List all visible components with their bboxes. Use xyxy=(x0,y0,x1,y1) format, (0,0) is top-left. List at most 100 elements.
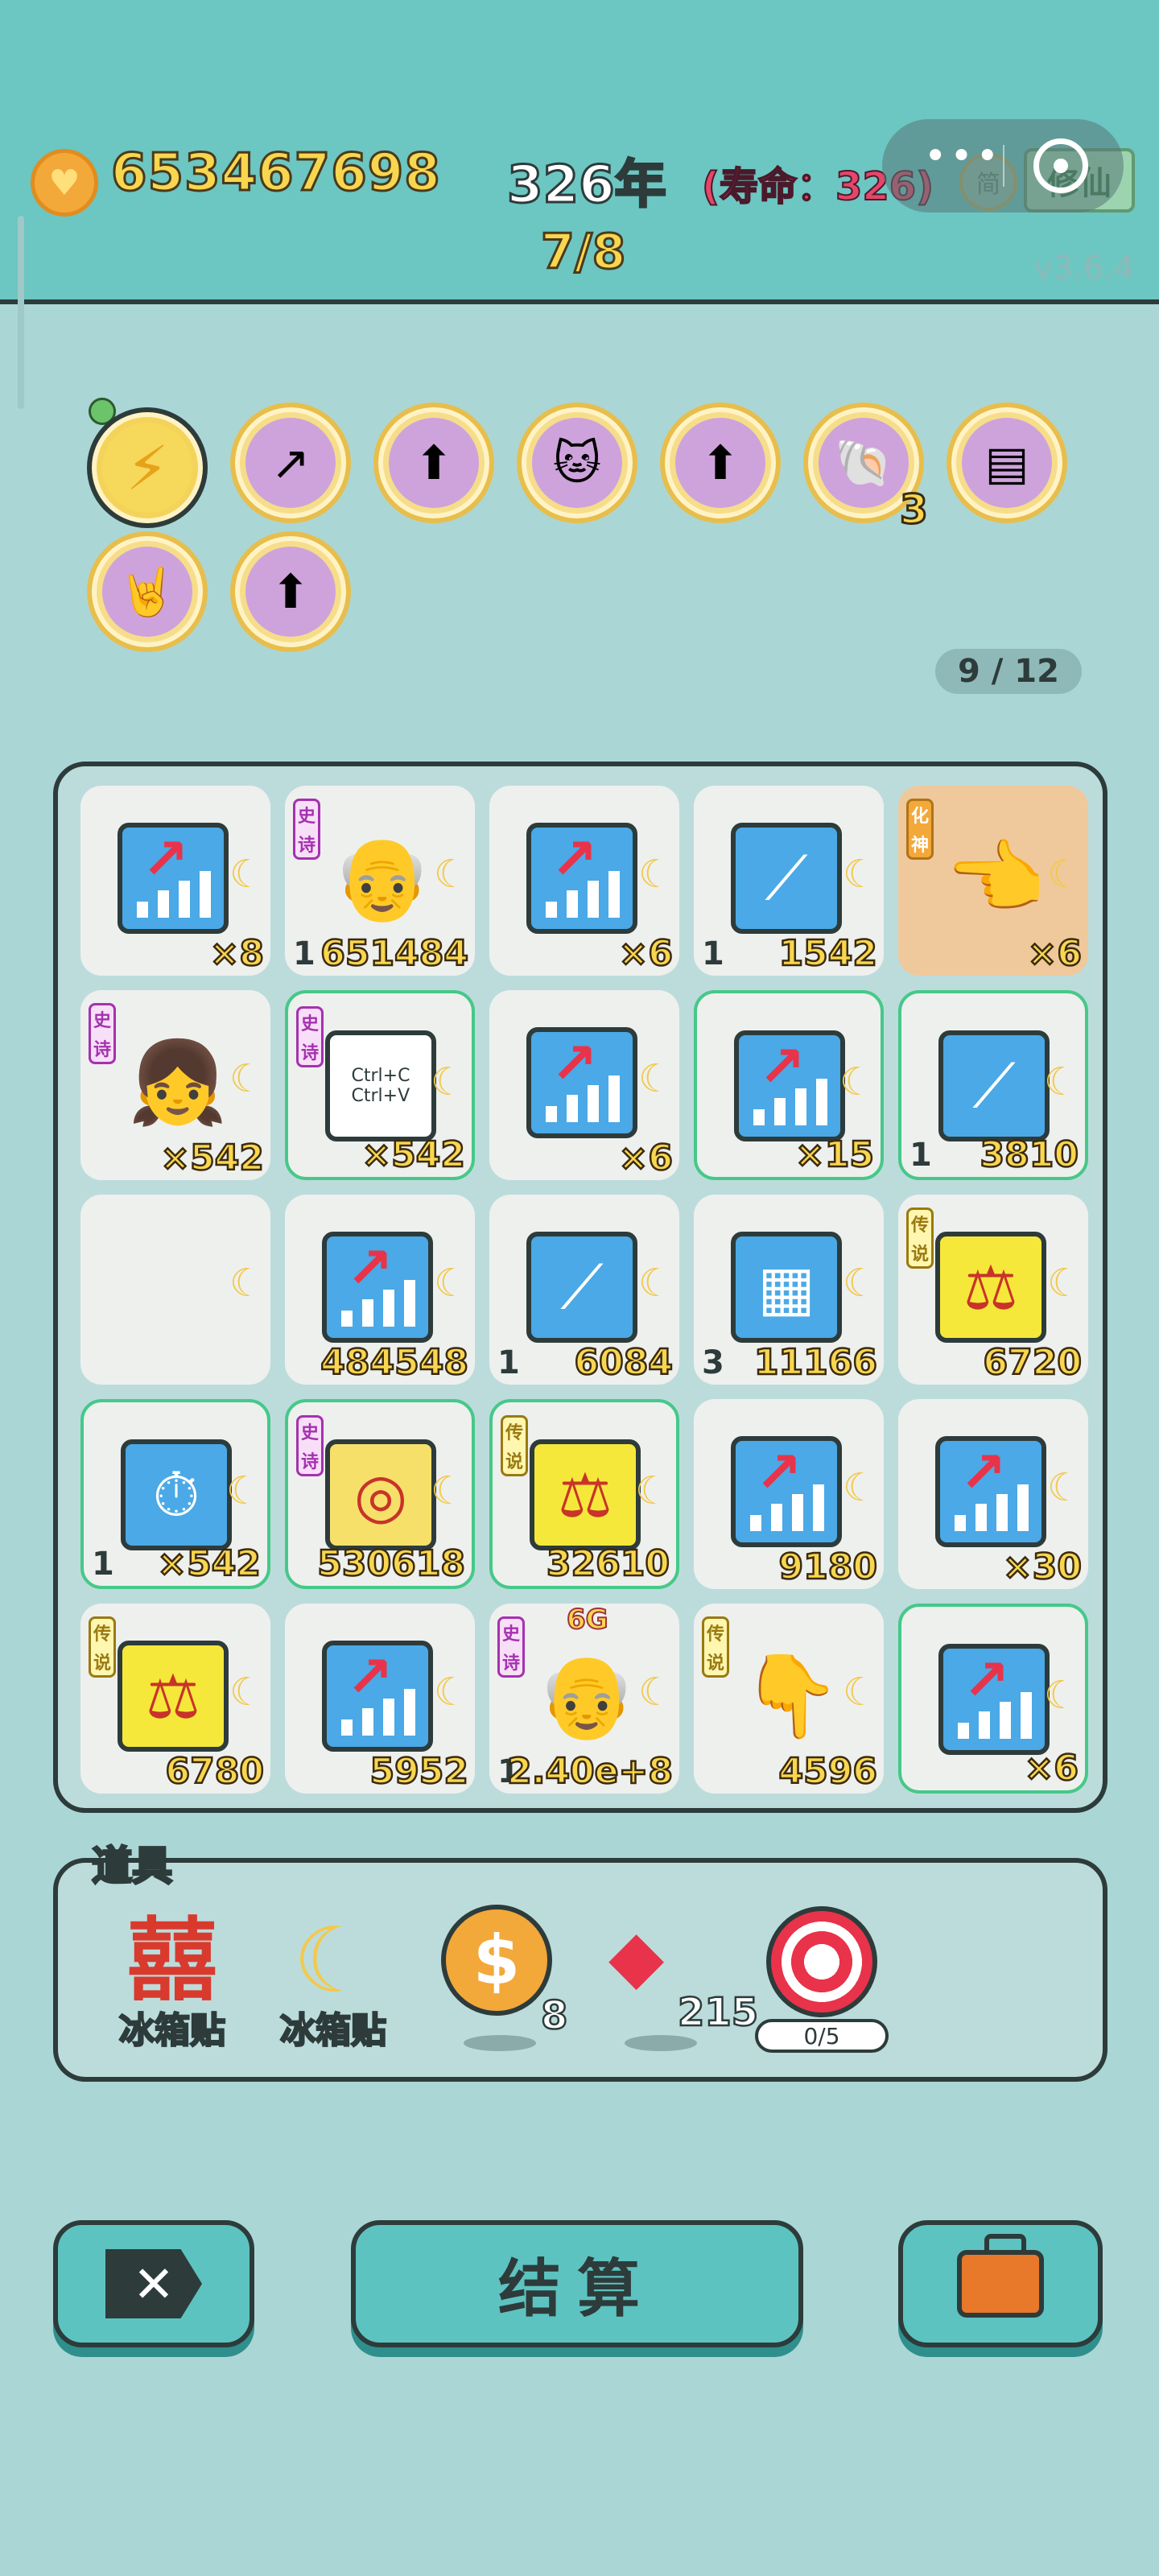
moon-icon: ☾ xyxy=(1046,852,1082,897)
capsule-divider xyxy=(1003,145,1004,187)
stopwatch-icon: ⏱ xyxy=(121,1439,232,1550)
epic-tag: 史诗 xyxy=(293,799,320,860)
cell-count: 3810 xyxy=(979,1133,1079,1177)
close-tag-icon: ✕ xyxy=(105,2249,202,2318)
crown-label: 6G xyxy=(566,1603,609,1637)
cell-count: 6780 xyxy=(164,1750,265,1794)
twin-bowls-icon[interactable]: ⬆ xyxy=(230,531,351,652)
cell-level: 1 xyxy=(702,935,724,972)
moon-icon: ☾ xyxy=(433,1261,468,1306)
close-miniprogram-icon[interactable] xyxy=(1033,138,1088,193)
twin-bowls-icon[interactable]: ⬆ xyxy=(373,402,494,523)
board-cell[interactable]: ⟋ ☾ 1 1542 xyxy=(694,786,884,976)
crowned-old-man-icon: 👴 xyxy=(536,1649,637,1743)
board-cell[interactable]: ☾ 9180 xyxy=(694,1399,884,1589)
double-happiness-icon: 囍 xyxy=(127,1909,217,2013)
cell-count: 11166 xyxy=(753,1341,879,1385)
scale-icon: ⚖ xyxy=(118,1641,229,1752)
moon-icon: ☾ xyxy=(1046,1261,1082,1306)
cell-count: 651484 xyxy=(320,932,469,976)
cell-count: ×6 xyxy=(1023,1747,1079,1790)
cell-count: ×30 xyxy=(1002,1546,1083,1589)
board-cell[interactable]: 史诗 👴 ☾ 1 651484 xyxy=(285,786,475,976)
lightning-icon[interactable]: ⚡ xyxy=(87,407,208,528)
board-cell[interactable]: 史诗 ◎ ☾ 530618 xyxy=(285,1399,475,1589)
miniprogram-capsule: ••• xyxy=(882,119,1124,213)
board-cell[interactable]: ☾ ×15 xyxy=(694,990,884,1180)
board-cell[interactable]: 史诗 6G 👴 ☾ 1 2.40e+8 xyxy=(489,1603,679,1794)
target-icon[interactable]: 1 xyxy=(766,1906,877,2017)
dollar-coin-icon[interactable]: $ xyxy=(441,1905,552,2016)
growth-chart-icon xyxy=(322,1641,433,1752)
board-cell[interactable]: 传说 ⚖ ☾ 6780 xyxy=(80,1604,270,1794)
trend-line-icon: ⟋ xyxy=(938,1030,1050,1141)
growth-chart-icon xyxy=(118,823,229,934)
legend-tag: 传说 xyxy=(906,1208,934,1269)
cell-count: ×6 xyxy=(617,932,674,976)
epic-tag: 史诗 xyxy=(296,1006,324,1067)
board-cell[interactable]: ☾ 484548 xyxy=(285,1195,475,1385)
board-cell[interactable]: ☾ 5952 xyxy=(285,1604,475,1794)
cell-count: 1542 xyxy=(777,932,878,976)
cell-level: 1 xyxy=(909,1137,932,1174)
board-cell[interactable]: 传说 ⚖ ☾ 6720 xyxy=(898,1195,1088,1385)
legend-tag: 传说 xyxy=(89,1616,116,1678)
cell-count: 484548 xyxy=(320,1341,469,1385)
liver-count: 215 xyxy=(677,1989,760,2037)
more-menu-icon[interactable]: ••• xyxy=(924,134,1002,179)
board-cell[interactable]: 化神 👈 ☾ ×6 xyxy=(898,786,1088,976)
scale-icon: ⚖ xyxy=(935,1232,1046,1343)
board-cell[interactable]: ⏱ ☾ 1 ×542 xyxy=(80,1399,270,1589)
moon-icon: ☾ xyxy=(1043,1673,1079,1718)
growth-chart-icon xyxy=(938,1644,1050,1755)
legend-tag: 传说 xyxy=(702,1616,729,1678)
cell-count: 4596 xyxy=(777,1750,878,1794)
growth-chart-icon xyxy=(322,1232,433,1343)
moon-icon: ☾ xyxy=(637,852,673,897)
board-cell[interactable]: ⟋ ☾ 1 6084 xyxy=(489,1195,679,1385)
board-cell[interactable]: 史诗 Ctrl+C Ctrl+V ☾ ×542 xyxy=(285,990,475,1180)
moon-icon: ☾ xyxy=(842,852,877,897)
cell-count: 6720 xyxy=(982,1341,1083,1385)
moon-icon: ☾ xyxy=(433,852,468,897)
epic-tag: 史诗 xyxy=(296,1415,324,1476)
board-cell[interactable]: ☾ ×6 xyxy=(898,1604,1088,1794)
top-bar: ♥ 653467698 326年 (寿命：326) 7/8 v3.6.4 简 修… xyxy=(0,0,1159,304)
growth-chart-icon xyxy=(935,1436,1046,1547)
board-cell[interactable]: ☾ ×6 xyxy=(489,990,679,1180)
girl-face-icon: 👧 xyxy=(127,1035,229,1129)
settle-button[interactable]: 结算 xyxy=(351,2220,803,2347)
twin-bowls-icon[interactable]: ⬆ xyxy=(660,402,781,523)
arrow-up-right-icon[interactable]: ↗ xyxy=(230,402,351,523)
fridge-magnet-double-happiness[interactable]: 囍 冰箱贴 xyxy=(118,1909,227,2053)
board-cell[interactable]: 传说 👇 ☾ 4596 xyxy=(694,1604,884,1794)
board-cell[interactable]: 史诗 👧 ☾ ×542 xyxy=(80,990,270,1180)
liver-item[interactable]: ◆ xyxy=(608,1921,664,1993)
inventory-button[interactable] xyxy=(898,2220,1103,2347)
cell-count: 6084 xyxy=(573,1341,674,1385)
pointing-hand-icon: 👈 xyxy=(945,831,1046,925)
board-cell[interactable]: ☾ ×30 xyxy=(898,1399,1088,1589)
cell-count: ×542 xyxy=(159,1137,265,1180)
moon-icon: ☾ xyxy=(229,1670,264,1715)
moon-icon: ☾ xyxy=(430,1468,465,1513)
yellow-cat-icon[interactable]: 🐱 xyxy=(517,402,637,523)
discard-button[interactable]: ✕ xyxy=(53,2220,254,2347)
skirt-icon[interactable]: ▤ xyxy=(947,402,1067,523)
board-cell-empty[interactable]: ☾ xyxy=(80,1195,270,1385)
cell-count: 2.40e+8 xyxy=(506,1750,674,1794)
briefcase-icon xyxy=(957,2234,1044,2318)
board-cell[interactable]: ☾ ×6 xyxy=(489,786,679,976)
moon-icon: ☾ xyxy=(634,1468,670,1513)
version-label: v3.6.4 xyxy=(1033,250,1135,287)
moon-icon: ☾ xyxy=(1046,1465,1082,1510)
board-cell[interactable]: ▦ ☾ 3 11166 xyxy=(694,1195,884,1385)
board-cell[interactable]: 传说 ⚖ ☾ 32610 xyxy=(489,1399,679,1589)
moon-icon: ☾ xyxy=(229,852,264,897)
board-cell[interactable]: ⟋ ☾ 1 3810 xyxy=(898,990,1088,1180)
rock-hand-icon[interactable]: 🤘 xyxy=(87,531,208,652)
cell-count: 32610 xyxy=(546,1542,671,1586)
board-cell[interactable]: ☾ ×8 xyxy=(80,786,270,976)
fridge-magnet-moon[interactable]: ☾ 冰箱贴 xyxy=(279,1916,388,2053)
cell-count: 5952 xyxy=(369,1750,469,1794)
